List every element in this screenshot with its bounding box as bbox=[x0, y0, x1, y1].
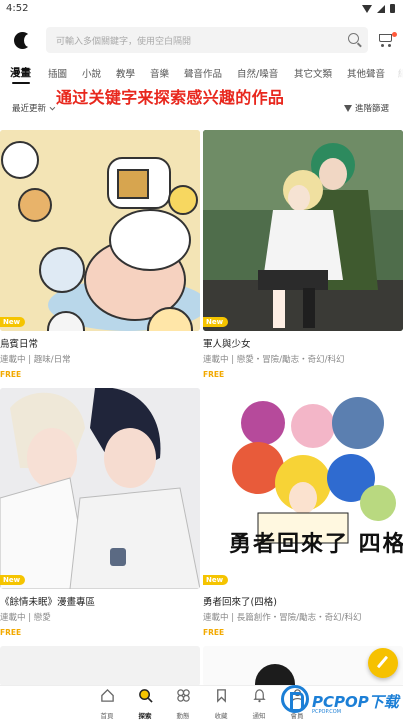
work-price: FREE bbox=[203, 628, 225, 637]
wifi-icon bbox=[362, 4, 372, 13]
status-time: 4:52 bbox=[6, 3, 29, 14]
tab-audio-works[interactable]: 聲音作品 bbox=[184, 66, 222, 80]
cover-illustration bbox=[203, 388, 403, 589]
chevron-down-icon bbox=[49, 104, 56, 111]
filter-icon bbox=[343, 104, 352, 112]
nav-feed[interactable]: 動態 bbox=[165, 688, 201, 720]
feed-icon bbox=[176, 689, 190, 702]
sort-label: 最近更新 bbox=[12, 104, 47, 114]
work-card[interactable]: New 《餘情未眠》漫畫專區 連載中 | 戀愛 FREE bbox=[0, 388, 200, 637]
bookmark-icon bbox=[216, 689, 226, 703]
tabs-fade bbox=[387, 62, 403, 84]
nav-label: 動態 bbox=[176, 712, 190, 720]
active-tab-indicator bbox=[12, 82, 30, 84]
nav-label: 首頁 bbox=[100, 712, 114, 720]
app-logo[interactable] bbox=[14, 32, 34, 49]
work-price: FREE bbox=[0, 628, 22, 637]
cart-badge bbox=[392, 32, 397, 37]
cart-wheel bbox=[388, 44, 391, 47]
category-tabs: 漫畫 插圖 小說 教學 音樂 聲音作品 自然/噪音 其它文類 其他聲音 網 bbox=[0, 66, 403, 84]
nav-label: 通知 bbox=[252, 712, 266, 720]
work-cover[interactable] bbox=[0, 646, 200, 686]
work-cover[interactable]: New bbox=[0, 130, 200, 331]
work-tags: 連載中 | 戀愛 bbox=[0, 613, 51, 623]
search-bar[interactable]: 可輸入多個關鍵字，使用空白隔開 bbox=[46, 27, 368, 53]
new-badge: New bbox=[0, 317, 26, 327]
new-badge: New bbox=[0, 575, 26, 585]
new-badge: New bbox=[203, 317, 229, 327]
bell-icon bbox=[252, 689, 266, 703]
work-tags: 連載中 | 長篇創作・冒險/勵志・奇幻/科幻 bbox=[203, 613, 362, 623]
cart-button[interactable] bbox=[377, 31, 397, 49]
filter-label: 進階篩選 bbox=[354, 104, 389, 114]
work-price: FREE bbox=[0, 370, 22, 379]
watermark: PCPOP下载 PCPOP.COM bbox=[279, 683, 403, 720]
cart-wheel bbox=[381, 44, 384, 47]
tab-other-sounds[interactable]: 其他聲音 bbox=[347, 66, 385, 80]
watermark-subtext: PCPOP.COM bbox=[312, 709, 342, 715]
work-card[interactable]: New 軍人與少女 連載中 | 戀愛・冒險/勵志・奇幻/科幻 FREE bbox=[203, 130, 403, 379]
signal-icon bbox=[377, 4, 385, 13]
work-cover[interactable]: New bbox=[0, 388, 200, 589]
watermark-logo bbox=[281, 685, 309, 713]
home-icon bbox=[100, 688, 114, 702]
sort-row: 最近更新 bbox=[0, 100, 403, 116]
work-tags: 連載中 | 趣味/日常 bbox=[0, 355, 71, 365]
work-card[interactable]: New 烏賓日常 連載中 | 趣味/日常 FREE bbox=[0, 130, 200, 379]
sort-dropdown[interactable]: 最近更新 bbox=[12, 102, 56, 114]
tab-other-genres[interactable]: 其它文類 bbox=[294, 66, 332, 80]
cover-illustration bbox=[0, 388, 200, 589]
cover-illustration bbox=[0, 130, 200, 331]
work-title[interactable]: 《餘情未眠》漫畫專區 bbox=[0, 594, 200, 608]
tab-nature-noise[interactable]: 自然/噪音 bbox=[237, 66, 278, 80]
tab-music[interactable]: 音樂 bbox=[150, 66, 169, 80]
work-tags: 連載中 | 戀愛・冒險/勵志・奇幻/科幻 bbox=[203, 355, 345, 365]
create-post-button[interactable] bbox=[368, 648, 398, 678]
system-icons bbox=[362, 4, 395, 13]
nav-bookmark[interactable]: 收藏 bbox=[203, 688, 239, 720]
work-cover[interactable]: New bbox=[203, 130, 403, 331]
battery-icon bbox=[390, 4, 395, 13]
tab-tutorial[interactable]: 教學 bbox=[116, 66, 135, 80]
new-badge: New bbox=[203, 575, 229, 585]
nav-home[interactable]: 首頁 bbox=[89, 688, 125, 720]
tab-illustration[interactable]: 插圖 bbox=[48, 66, 67, 80]
nav-label: 收藏 bbox=[214, 712, 228, 720]
nav-label: 探索 bbox=[138, 712, 152, 720]
tab-novel[interactable]: 小說 bbox=[82, 66, 101, 80]
tab-comics[interactable]: 漫畫 bbox=[10, 65, 31, 80]
cover-title-art: 勇者回來了 四格漫畫 bbox=[229, 531, 403, 557]
work-title[interactable]: 烏賓日常 bbox=[0, 336, 200, 350]
explore-icon bbox=[138, 689, 153, 703]
status-bar: 4:52 bbox=[0, 0, 403, 18]
nav-explore[interactable]: 探索 bbox=[127, 688, 163, 720]
nav-notifications[interactable]: 通知 bbox=[241, 688, 277, 720]
cover-illustration bbox=[203, 130, 403, 331]
search-icon[interactable] bbox=[348, 33, 359, 44]
work-title[interactable]: 軍人與少女 bbox=[203, 336, 403, 350]
work-card[interactable] bbox=[0, 646, 200, 686]
work-price: FREE bbox=[203, 370, 225, 379]
search-placeholder: 可輸入多個關鍵字，使用空白隔開 bbox=[56, 37, 192, 47]
work-title[interactable]: 勇者回來了(四格) bbox=[203, 594, 403, 608]
work-card[interactable]: 勇者回來了 四格漫畫 New 勇者回來了(四格) 連載中 | 長篇創作・冒險/勵… bbox=[203, 388, 403, 637]
cart-icon bbox=[379, 34, 392, 42]
advanced-filter-button[interactable]: 進階篩選 bbox=[343, 102, 389, 114]
work-cover[interactable]: 勇者回來了 四格漫畫 New bbox=[203, 388, 403, 589]
